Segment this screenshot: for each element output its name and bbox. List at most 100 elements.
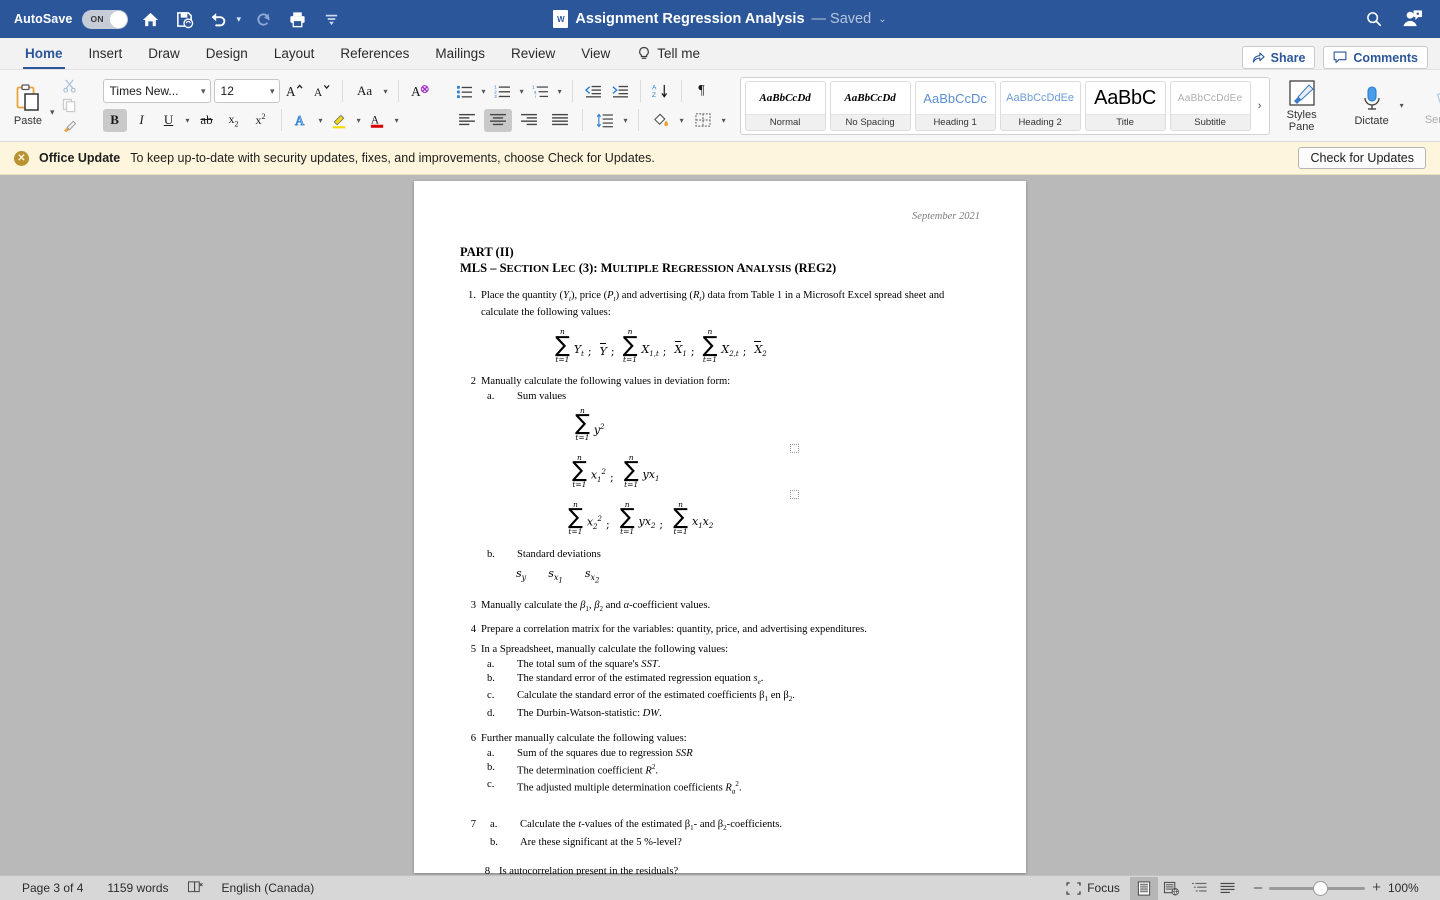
tab-review[interactable]: Review	[498, 38, 568, 69]
zoom-out-button[interactable]: –	[1254, 880, 1262, 895]
save-status-caret-icon[interactable]: ⌄	[878, 14, 886, 25]
borders-button[interactable]	[689, 109, 717, 132]
subscript-button[interactable]: x2	[222, 109, 246, 132]
strikethrough-button[interactable]: ab	[195, 109, 219, 132]
grow-font-button[interactable]: A	[283, 80, 307, 103]
formula-row-2[interactable]: n ∑ t=1 y2	[460, 407, 980, 442]
autosave-toggle[interactable]: ON	[82, 9, 129, 29]
dictate-caret-icon[interactable]: ▾	[1398, 101, 1406, 110]
zoom-slider[interactable]	[1269, 881, 1366, 896]
customize-toolbar-icon[interactable]	[319, 7, 343, 31]
print-icon[interactable]	[285, 7, 309, 31]
show-formatting-button[interactable]: ¶	[690, 80, 714, 103]
borders-caret-icon[interactable]: ▾	[720, 116, 728, 125]
sensitivity-button[interactable]: Sensitivity	[1424, 86, 1440, 126]
line-spacing-caret-icon[interactable]: ▾	[622, 116, 630, 125]
style-card-heading-2[interactable]: AaBbCcDdEe Heading 2	[999, 81, 1081, 131]
align-left-button[interactable]	[453, 109, 481, 132]
shading-caret-icon[interactable]: ▾	[678, 116, 686, 125]
tell-me-button[interactable]: Tell me	[623, 38, 710, 69]
zoom-level[interactable]: 100%	[1388, 881, 1422, 895]
view-draft-button[interactable]	[1214, 877, 1242, 900]
style-card-no-spacing[interactable]: AaBbCcDd No Spacing	[829, 81, 911, 131]
undo-icon[interactable]	[206, 7, 230, 31]
italic-button[interactable]: I	[130, 109, 154, 132]
tab-insert[interactable]: Insert	[76, 38, 136, 69]
multilevel-list-button[interactable]: 1ai	[529, 80, 553, 103]
cut-button[interactable]	[59, 77, 81, 94]
zoom-in-button[interactable]: +	[1372, 880, 1381, 895]
placeholder-box-bottom[interactable]	[460, 489, 980, 499]
proofing-errors-icon[interactable]	[181, 880, 210, 897]
numbered-list-caret-icon[interactable]: ▾	[518, 87, 526, 96]
underline-caret-icon[interactable]: ▾	[184, 116, 192, 125]
document-page[interactable]: September 2021 PART (II) MLS – SECTION L…	[414, 181, 1026, 875]
line-spacing-button[interactable]	[591, 109, 619, 132]
style-card-title[interactable]: AaBbC Title	[1084, 81, 1166, 131]
font-name-combo[interactable]: Times New... ▾	[102, 79, 211, 103]
tab-mailings[interactable]: Mailings	[422, 38, 498, 69]
view-web-layout-button[interactable]	[1158, 877, 1186, 900]
justify-button[interactable]	[546, 109, 574, 132]
style-card-heading-1[interactable]: AaBbCcDc Heading 1	[914, 81, 996, 131]
redo-icon[interactable]	[251, 7, 275, 31]
language-indicator[interactable]: English (Canada)	[210, 881, 327, 895]
highlight-button[interactable]	[328, 109, 352, 132]
shrink-font-button[interactable]: A	[310, 80, 334, 103]
focus-button[interactable]: Focus	[1056, 881, 1130, 895]
share-button[interactable]: Share	[1241, 46, 1316, 69]
sort-button[interactable]: AZ	[649, 80, 673, 103]
tab-view[interactable]: View	[568, 38, 623, 69]
bullet-list-caret-icon[interactable]: ▾	[480, 87, 488, 96]
check-for-updates-button[interactable]: Check for Updates	[1298, 147, 1426, 169]
home-icon[interactable]	[138, 7, 162, 31]
bold-button[interactable]: B	[102, 108, 127, 132]
undo-dropdown-caret[interactable]: ▾	[236, 14, 241, 25]
tab-layout[interactable]: Layout	[261, 38, 328, 69]
increase-indent-button[interactable]	[608, 80, 632, 103]
superscript-button[interactable]: x2	[249, 109, 273, 132]
styles-pane-button[interactable]: Styles Pane	[1276, 79, 1328, 133]
tab-references[interactable]: References	[327, 38, 422, 69]
clear-formatting-button[interactable]: A	[407, 80, 435, 103]
close-icon[interactable]: ✕	[14, 150, 29, 166]
view-print-layout-button[interactable]	[1129, 876, 1158, 900]
dictate-button[interactable]: Dictate	[1346, 85, 1398, 127]
search-icon[interactable]	[1362, 7, 1386, 31]
page-indicator[interactable]: Page 3 of 4	[10, 881, 95, 895]
font-size-combo[interactable]: 12 ▾	[213, 79, 280, 103]
decrease-indent-button[interactable]	[581, 80, 605, 103]
tab-draw[interactable]: Draw	[135, 38, 193, 69]
font-color-button[interactable]: A	[366, 109, 390, 132]
format-painter-button[interactable]	[59, 117, 81, 134]
highlight-caret-icon[interactable]: ▾	[355, 116, 363, 125]
shading-button[interactable]	[647, 109, 675, 132]
save-icon[interactable]	[172, 7, 196, 31]
word-count[interactable]: 1159 words	[95, 881, 180, 895]
underline-button[interactable]: U	[157, 109, 181, 132]
bullet-list-button[interactable]	[453, 80, 477, 103]
align-right-button[interactable]	[515, 109, 543, 132]
copy-button[interactable]	[59, 97, 81, 114]
text-effects-caret-icon[interactable]: ▾	[317, 116, 325, 125]
formula-row-4[interactable]: n ∑ t=1 x22 ; n ∑ t=1 yx2 ; n ∑ t=1 x1x2	[460, 501, 980, 536]
styles-gallery-more-icon[interactable]: ›	[1253, 100, 1267, 112]
formula-row-3[interactable]: n ∑ t=1 x12 ; n ∑ t=1 yx1	[460, 454, 980, 489]
zoom-slider-knob[interactable]	[1313, 881, 1329, 896]
font-color-caret-icon[interactable]: ▾	[393, 116, 401, 125]
numbered-list-button[interactable]: 123	[491, 80, 515, 103]
paste-button[interactable]: Paste	[6, 84, 50, 127]
style-card-normal[interactable]: AaBbCcDd Normal	[744, 81, 826, 131]
formula-row-1[interactable]: n ∑ t=1 Yt ; Y ; n ∑ t=1 X1,t ; X1 ; n ∑ t=1 X…	[460, 328, 980, 363]
tab-design[interactable]: Design	[193, 38, 261, 69]
document-canvas[interactable]: September 2021 PART (II) MLS – SECTION L…	[0, 175, 1440, 875]
placeholder-box-top[interactable]	[460, 443, 980, 453]
change-case-caret-icon[interactable]: ▾	[382, 87, 390, 96]
align-center-button[interactable]	[483, 108, 512, 132]
view-outline-button[interactable]	[1186, 877, 1214, 900]
tab-home[interactable]: Home	[12, 38, 76, 69]
style-card-subtitle[interactable]: AaBbCcDdEe Subtitle	[1169, 81, 1251, 131]
multilevel-list-caret-icon[interactable]: ▾	[556, 87, 564, 96]
standard-deviations-row[interactable]: sy sx1 sx2	[460, 567, 980, 585]
comments-button[interactable]: Comments	[1323, 46, 1428, 69]
